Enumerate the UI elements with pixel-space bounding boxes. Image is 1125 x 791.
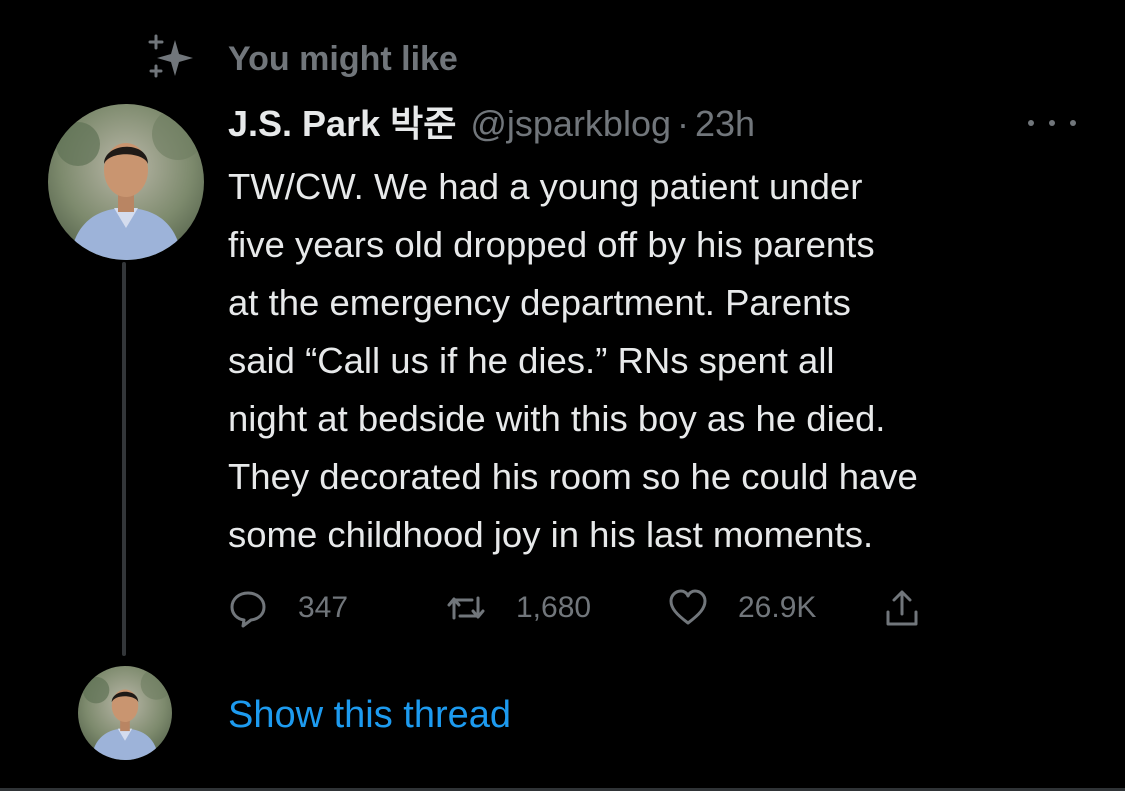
share-icon	[886, 590, 918, 626]
thread-line	[122, 262, 126, 656]
retweet-button[interactable]: 1,680	[446, 586, 591, 630]
like-count: 26.9K	[738, 591, 817, 624]
retweet-count: 1,680	[516, 591, 592, 624]
sparkle-icon	[148, 34, 193, 78]
like-button[interactable]: 26.9K	[668, 586, 816, 630]
author-handle[interactable]: @jsparkblog	[470, 100, 671, 148]
tweet-header: J.S. Park 박준 @jsparkblog · 23h	[228, 100, 755, 150]
avatar-photo	[48, 104, 204, 260]
reply-button[interactable]: 347	[228, 586, 348, 630]
thread-avatar[interactable]	[78, 666, 172, 760]
tweet-text: TW/CW. We had a young patient under five…	[228, 166, 918, 555]
show-thread-link[interactable]: Show this thread	[228, 690, 511, 740]
reply-icon	[230, 591, 266, 628]
separator-dot: ·	[677, 103, 689, 144]
tweet-timestamp[interactable]: 23h	[695, 100, 755, 148]
more-options-icon[interactable]	[1028, 108, 1076, 138]
retweet-icon	[447, 596, 485, 620]
reply-count: 347	[298, 591, 349, 624]
avatar[interactable]	[48, 104, 204, 260]
author-name[interactable]: J.S. Park 박준	[228, 100, 456, 148]
share-button[interactable]	[882, 586, 922, 630]
avatar-photo	[78, 666, 172, 760]
heart-icon	[669, 589, 707, 625]
context-label: You might like	[228, 40, 458, 78]
